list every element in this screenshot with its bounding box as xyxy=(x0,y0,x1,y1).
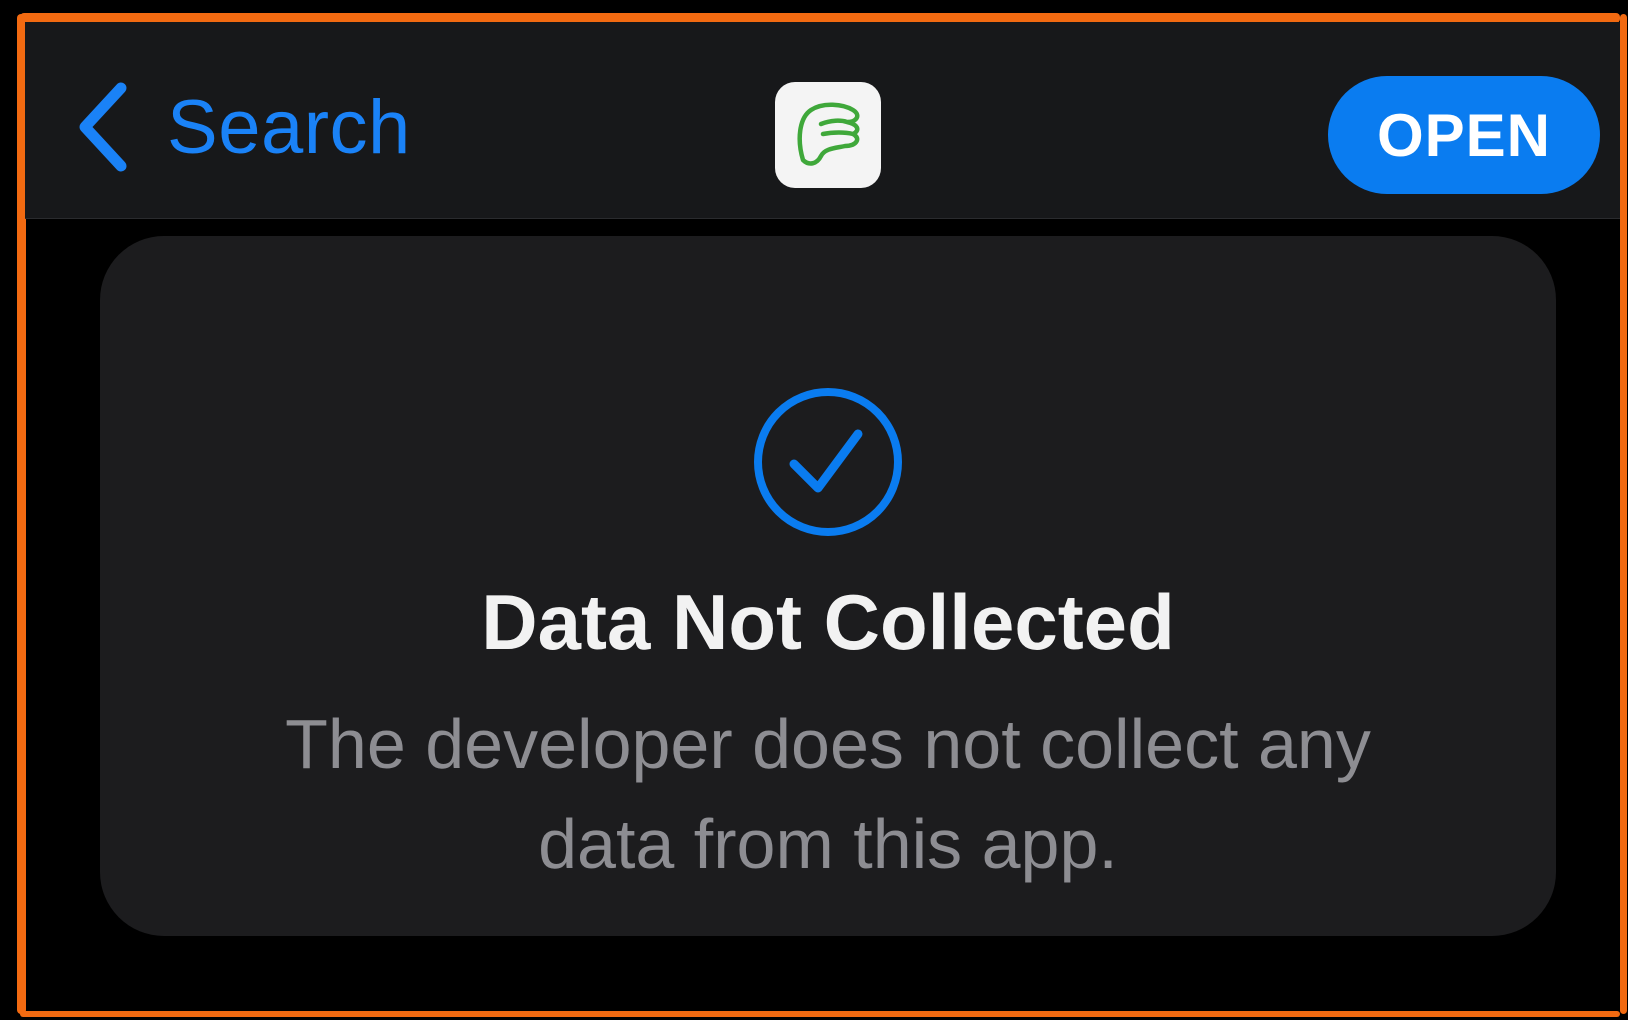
frame-outline-bottom xyxy=(20,1011,1620,1017)
privacy-card: Data Not Collected The developer does no… xyxy=(100,236,1556,936)
app-logo-icon[interactable] xyxy=(775,82,881,188)
navigation-bar: Search OPEN xyxy=(25,22,1620,219)
back-button[interactable]: Search xyxy=(75,82,411,172)
screenshot-frame: Search OPEN Data Not Collected The devel… xyxy=(0,0,1628,1020)
privacy-title: Data Not Collected xyxy=(481,578,1175,666)
frame-outline-right xyxy=(1620,14,1627,1014)
app-logo-glyph xyxy=(797,102,860,166)
back-button-label: Search xyxy=(167,84,411,170)
privacy-description: The developer does not collect any data … xyxy=(285,705,1371,883)
checkmark-circle-icon xyxy=(754,388,902,536)
open-button[interactable]: OPEN xyxy=(1328,76,1600,194)
chevron-left-icon xyxy=(79,82,127,172)
